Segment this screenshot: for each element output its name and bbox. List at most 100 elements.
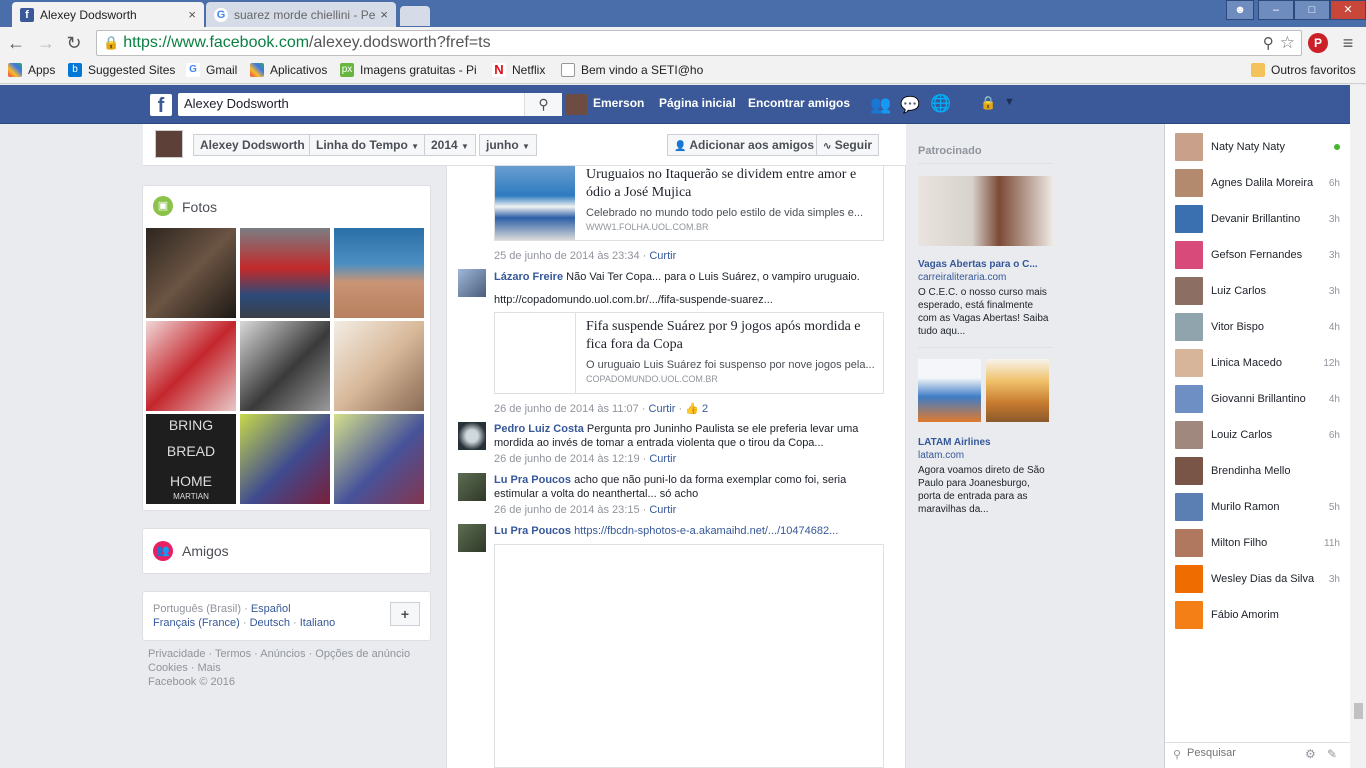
ad-image[interactable] bbox=[918, 359, 981, 422]
language-link[interactable]: Deutsch bbox=[250, 617, 290, 629]
menu-icon[interactable]: ≡ bbox=[1338, 33, 1358, 53]
footer-line[interactable]: Cookies · Mais bbox=[148, 661, 433, 675]
ad-title[interactable]: LATAM Airlines bbox=[918, 436, 1053, 449]
chat-contact[interactable]: Vitor Bispo 4h bbox=[1175, 313, 1340, 341]
photo-thumbnail[interactable] bbox=[240, 228, 330, 318]
avatar[interactable] bbox=[458, 473, 486, 501]
timeline-dropdown[interactable]: Linha do Tempo ▼ bbox=[309, 134, 427, 156]
ad-image[interactable] bbox=[918, 176, 1053, 246]
thumbs-up-icon[interactable]: 👍 bbox=[685, 403, 699, 415]
like-count[interactable]: 2 bbox=[702, 403, 708, 415]
profile-name-button[interactable]: Alexey Dodsworth bbox=[193, 134, 312, 156]
add-language-button[interactable]: + bbox=[390, 602, 420, 626]
commenter-name[interactable]: Lu Pra Poucos bbox=[494, 474, 571, 486]
like-link[interactable]: Curtir bbox=[649, 250, 676, 262]
ad-domain[interactable]: latam.com bbox=[918, 449, 1053, 462]
forward-arrow-icon[interactable]: → bbox=[36, 33, 56, 53]
find-friends-link[interactable]: Encontrar amigos bbox=[748, 96, 850, 110]
photo-thumbnail[interactable] bbox=[240, 321, 330, 411]
footer-line[interactable]: Privacidade · Termos · Anúncios · Opções… bbox=[148, 647, 433, 661]
photo-thumbnail[interactable] bbox=[240, 414, 330, 504]
link-preview[interactable]: Uruguaios no Itaquerão se dividem entre … bbox=[494, 166, 884, 241]
chat-contact[interactable]: Agnes Dalila Moreira 6h bbox=[1175, 169, 1340, 197]
privacy-lock-icon[interactable]: 🔒 bbox=[980, 95, 996, 111]
comment-link[interactable]: http://copadomundo.uol.com.br/.../fifa-s… bbox=[494, 293, 773, 307]
close-tab-icon[interactable]: × bbox=[380, 7, 388, 22]
compose-icon[interactable]: ✎ bbox=[1327, 747, 1337, 761]
ad-domain[interactable]: carreiraliteraria.com bbox=[918, 271, 1053, 284]
avatar[interactable] bbox=[458, 524, 486, 552]
friend-requests-icon[interactable]: 👥 bbox=[870, 95, 891, 115]
language-link[interactable]: Italiano bbox=[300, 617, 335, 629]
add-friend-button[interactable]: 👤 Adicionar aos amigos bbox=[667, 134, 822, 156]
comment-link[interactable]: https://fbcdn-sphotos-e-a.akamaihd.net/.… bbox=[574, 525, 838, 537]
tab-active[interactable]: f Alexey Dodsworth × bbox=[12, 2, 204, 27]
bookmark-suggested[interactable]: b Suggested Sites bbox=[68, 63, 175, 77]
follow-button[interactable]: ∿ Seguir bbox=[816, 134, 880, 156]
search-input[interactable]: Alexey Dodsworth bbox=[178, 93, 562, 116]
zoom-icon[interactable]: ⚲ bbox=[1263, 34, 1274, 52]
minimize-button[interactable]: – bbox=[1258, 0, 1294, 20]
reload-icon[interactable]: ↻ bbox=[64, 33, 84, 53]
chat-contact[interactable]: Luiz Carlos 3h bbox=[1175, 277, 1340, 305]
profile-link[interactable]: Emerson bbox=[593, 96, 644, 110]
chat-contact[interactable]: Fábio Amorim bbox=[1175, 601, 1340, 629]
commenter-name[interactable]: Lu Pra Poucos bbox=[494, 525, 571, 537]
avatar[interactable] bbox=[458, 269, 486, 297]
facebook-logo-icon[interactable]: f bbox=[150, 94, 172, 117]
tab-search[interactable]: G suarez morde chiellini - Pe × bbox=[206, 2, 396, 27]
ad-title[interactable]: Vagas Abertas para o C... bbox=[918, 258, 1053, 271]
notifications-globe-icon[interactable]: 🌐 bbox=[930, 94, 951, 114]
month-dropdown[interactable]: junho ▼ bbox=[479, 134, 537, 156]
pinterest-icon[interactable]: P bbox=[1308, 33, 1328, 53]
like-link[interactable]: Curtir bbox=[649, 504, 676, 516]
back-arrow-icon[interactable]: ← bbox=[6, 33, 26, 53]
commenter-name[interactable]: Lázaro Freire bbox=[494, 271, 563, 283]
chat-contact[interactable]: Gefson Fernandes 3h bbox=[1175, 241, 1340, 269]
bookmark-apps[interactable]: Apps bbox=[8, 63, 55, 77]
bookmark-outros[interactable]: Outros favoritos bbox=[1251, 63, 1356, 77]
ad-image[interactable] bbox=[986, 359, 1049, 422]
scrollbar[interactable] bbox=[1350, 85, 1366, 768]
chat-contact[interactable]: Brendinha Mello bbox=[1175, 457, 1340, 485]
bookmark-seti[interactable]: Bem vindo a SETI@ho bbox=[561, 63, 703, 77]
photo-thumbnail[interactable]: BRING BREAD HOME MARTIAN bbox=[146, 414, 236, 504]
photo-thumbnail[interactable] bbox=[334, 228, 424, 318]
language-link[interactable]: Français (France) bbox=[153, 617, 240, 629]
chat-contact[interactable]: Giovanni Brillantino 4h bbox=[1175, 385, 1340, 413]
bookmark-netflix[interactable]: N Netflix bbox=[492, 63, 545, 77]
language-link[interactable]: Español bbox=[251, 603, 291, 615]
chat-contact[interactable]: Wesley Dias da Silva 3h bbox=[1175, 565, 1340, 593]
home-link[interactable]: Página inicial bbox=[659, 96, 736, 110]
bookmark-aplicativos[interactable]: Aplicativos bbox=[250, 63, 327, 77]
avatar[interactable] bbox=[566, 94, 587, 115]
chat-contact[interactable]: Devanir Brillantino 3h bbox=[1175, 205, 1340, 233]
bookmark-gmail[interactable]: G Gmail bbox=[186, 63, 237, 77]
avatar[interactable] bbox=[458, 422, 486, 450]
photo-thumbnail[interactable] bbox=[146, 228, 236, 318]
chat-contact[interactable]: Linica Macedo 12h bbox=[1175, 349, 1340, 377]
chat-search-input[interactable] bbox=[1187, 747, 1297, 759]
like-link[interactable]: Curtir bbox=[649, 453, 676, 465]
chat-contact[interactable]: Naty Naty Naty bbox=[1175, 133, 1340, 161]
scrollbar-thumb[interactable] bbox=[1354, 703, 1363, 719]
messages-icon[interactable]: 💬 bbox=[900, 95, 920, 115]
photo-thumbnail[interactable] bbox=[334, 414, 424, 504]
friends-title[interactable]: Amigos bbox=[182, 543, 229, 559]
maximize-button[interactable]: □ bbox=[1294, 0, 1330, 20]
photo-thumbnail[interactable] bbox=[146, 321, 236, 411]
account-menu-icon[interactable]: ▼ bbox=[1004, 96, 1015, 108]
gear-icon[interactable]: ⚙ bbox=[1305, 747, 1316, 761]
photo-thumbnail[interactable] bbox=[334, 321, 424, 411]
chat-contact[interactable]: Milton Filho 11h bbox=[1175, 529, 1340, 557]
new-tab-button[interactable] bbox=[400, 6, 430, 26]
profile-thumbnail[interactable] bbox=[155, 130, 183, 158]
link-preview[interactable]: Fifa suspende Suárez por 9 jogos após mo… bbox=[494, 312, 884, 394]
chat-contact[interactable]: Murilo Ramon 5h bbox=[1175, 493, 1340, 521]
bookmark-imagens[interactable]: px Imagens gratuitas - Pi bbox=[340, 63, 477, 77]
chat-contact[interactable]: Louiz Carlos 6h bbox=[1175, 421, 1340, 449]
close-tab-icon[interactable]: × bbox=[188, 7, 196, 22]
commenter-name[interactable]: Pedro Luiz Costa bbox=[494, 423, 584, 435]
profile-button[interactable]: ☻ bbox=[1226, 0, 1254, 20]
like-link[interactable]: Curtir bbox=[649, 403, 676, 415]
